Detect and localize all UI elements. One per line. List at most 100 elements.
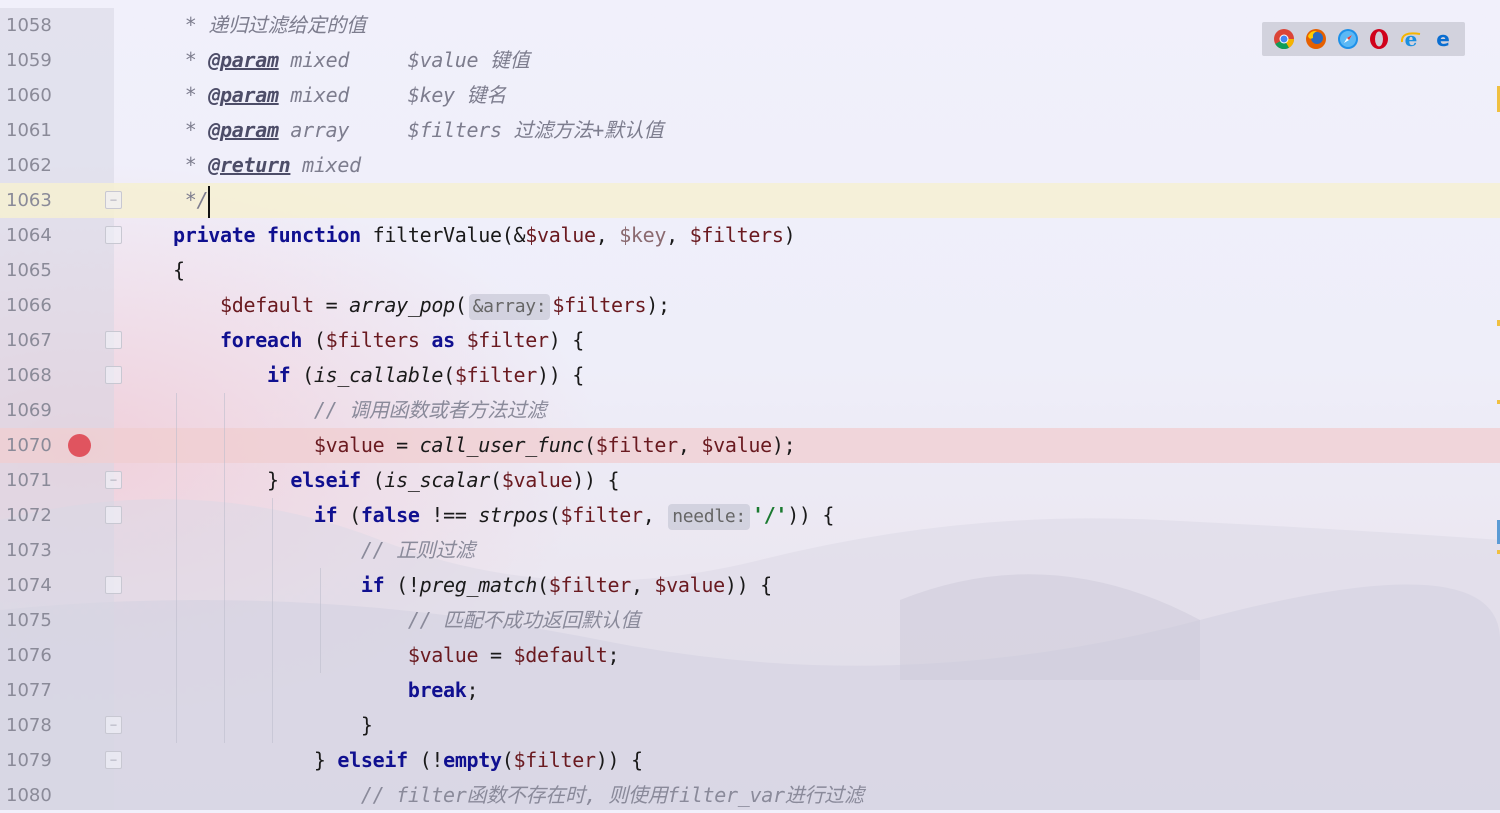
- code-token: $filters: [552, 293, 647, 317]
- edge-icon[interactable]: e: [1432, 28, 1454, 50]
- safari-icon[interactable]: [1337, 28, 1359, 50]
- line-number[interactable]: 1068: [6, 358, 58, 393]
- svg-text:e: e: [1405, 28, 1418, 50]
- fold-toggle-icon[interactable]: [105, 366, 122, 384]
- code-line[interactable]: 1072 if (false !== strpos($filter, needl…: [0, 498, 1500, 533]
- code-token: (: [443, 363, 455, 387]
- code-line[interactable]: 1073 // 正则过滤: [0, 533, 1500, 568]
- fold-toggle-icon[interactable]: [105, 331, 122, 349]
- code-line[interactable]: 1060 * @param mixed $key 键名: [0, 78, 1500, 113]
- line-number[interactable]: 1073: [6, 533, 58, 568]
- code-line[interactable]: 1080 // filter函数不存在时, 则使用filter_var进行过滤: [0, 778, 1500, 813]
- code-line[interactable]: 1068 if (is_callable($filter)) {: [0, 358, 1500, 393]
- code-line[interactable]: 1076 $value = $default;: [0, 638, 1500, 673]
- code-line[interactable]: 1069 // 调用函数或者方法过滤: [0, 393, 1500, 428]
- line-number[interactable]: 1060: [6, 78, 58, 113]
- line-number[interactable]: 1059: [6, 43, 58, 78]
- code-token: $filters: [689, 223, 784, 247]
- indent-guide: [176, 393, 177, 743]
- code-token: if: [313, 503, 338, 527]
- line-number[interactable]: 1074: [6, 568, 58, 603]
- code-line[interactable]: 1077 break;: [0, 673, 1500, 708]
- code-token: =: [478, 643, 514, 667]
- fold-toggle-icon[interactable]: −: [105, 471, 122, 489]
- code-line[interactable]: 1066 $default = array_pop(&array: $filter…: [0, 288, 1500, 323]
- fold-toggle-icon[interactable]: −: [105, 191, 122, 209]
- line-number[interactable]: 1069: [6, 393, 58, 428]
- code-token: $default: [219, 293, 314, 317]
- code-token: @param: [208, 118, 279, 142]
- line-number[interactable]: 1065: [6, 253, 58, 288]
- line-number[interactable]: 1079: [6, 743, 58, 778]
- line-number[interactable]: 1080: [6, 778, 58, 813]
- code-token: =: [313, 293, 350, 317]
- code-token: elseif: [290, 468, 361, 492]
- code-token: $filter: [513, 748, 596, 772]
- line-number[interactable]: 1062: [6, 148, 58, 183]
- line-number[interactable]: 1076: [6, 638, 58, 673]
- ie-icon[interactable]: e: [1400, 28, 1422, 50]
- code-line[interactable]: 1078 − }: [0, 708, 1500, 743]
- code-line[interactable]: 1061 * @param array $filters 过滤方法+默认值: [0, 113, 1500, 148]
- fold-toggle-icon[interactable]: −: [105, 716, 122, 734]
- code-token: )) {: [595, 748, 643, 772]
- line-number[interactable]: 1077: [6, 673, 58, 708]
- code-token: )) {: [787, 503, 835, 527]
- code-text: $value = $default;: [173, 638, 620, 673]
- chrome-icon[interactable]: [1273, 28, 1295, 50]
- code-token: $filter: [595, 433, 678, 457]
- line-number[interactable]: 1072: [6, 498, 58, 533]
- code-token: ): [783, 223, 796, 247]
- line-number[interactable]: 1071: [6, 463, 58, 498]
- fold-toggle-icon[interactable]: [105, 226, 122, 244]
- code-line[interactable]: 1071− } elseif (is_scalar($value)) {: [0, 463, 1500, 498]
- code-text: foreach ($filters as $filter) {: [173, 323, 584, 358]
- code-line[interactable]: 1065 {: [0, 253, 1500, 288]
- code-line[interactable]: 1067 foreach ($filters as $filter) {: [0, 323, 1500, 358]
- code-token: $value: [701, 433, 772, 457]
- line-number[interactable]: 1075: [6, 603, 58, 638]
- code-line[interactable]: 1074 if (!preg_match($filter, $value)) {: [0, 568, 1500, 603]
- line-number[interactable]: 1061: [6, 113, 58, 148]
- firefox-icon[interactable]: [1305, 28, 1327, 50]
- code-line[interactable]: 1075 // 匹配不成功返回默认值: [0, 603, 1500, 638]
- line-number[interactable]: 1064: [6, 218, 58, 253]
- line-number[interactable]: 1063: [6, 183, 58, 218]
- code-token: is_callable: [313, 363, 444, 387]
- code-line[interactable]: 1062 * @return mixed: [0, 148, 1500, 183]
- line-number[interactable]: 1066: [6, 288, 58, 323]
- code-editor[interactable]: 1058 * 递归过滤给定的值 1059 * @param mixed $valu…: [0, 8, 1500, 810]
- fold-toggle-icon[interactable]: [105, 576, 122, 594]
- code-token: }: [360, 713, 373, 737]
- indent-guide: [224, 393, 225, 743]
- code-line[interactable]: 1070 $value = call_user_func($filter, $v…: [0, 428, 1500, 463]
- code-token: $filter: [466, 328, 549, 352]
- code-line[interactable]: 1064 private function filterValue(&$value…: [0, 218, 1500, 253]
- code-token: false: [360, 503, 420, 527]
- code-token: );: [771, 433, 796, 457]
- line-number[interactable]: 1067: [6, 323, 58, 358]
- line-number[interactable]: 1058: [6, 8, 58, 43]
- opera-icon[interactable]: [1368, 28, 1390, 50]
- code-line[interactable]: 1079 − } elseif (!empty($filter)) {: [0, 743, 1500, 778]
- fold-toggle-icon[interactable]: [105, 506, 122, 524]
- line-number[interactable]: 1078: [6, 708, 58, 743]
- line-number[interactable]: 1070: [6, 428, 58, 463]
- code-token: (!: [407, 748, 444, 772]
- code-text: if (!preg_match($filter, $value)) {: [173, 568, 772, 603]
- fold-toggle-icon[interactable]: −: [105, 751, 122, 769]
- breakpoint-icon[interactable]: [68, 434, 91, 457]
- code-token: (: [290, 363, 314, 387]
- code-token: foreach: [219, 328, 303, 352]
- code-token: if: [360, 573, 385, 597]
- code-line[interactable]: 1063 − */: [0, 183, 1500, 218]
- code-token: @return: [208, 153, 291, 177]
- code-token: )) {: [572, 468, 620, 492]
- code-token: }: [313, 748, 338, 772]
